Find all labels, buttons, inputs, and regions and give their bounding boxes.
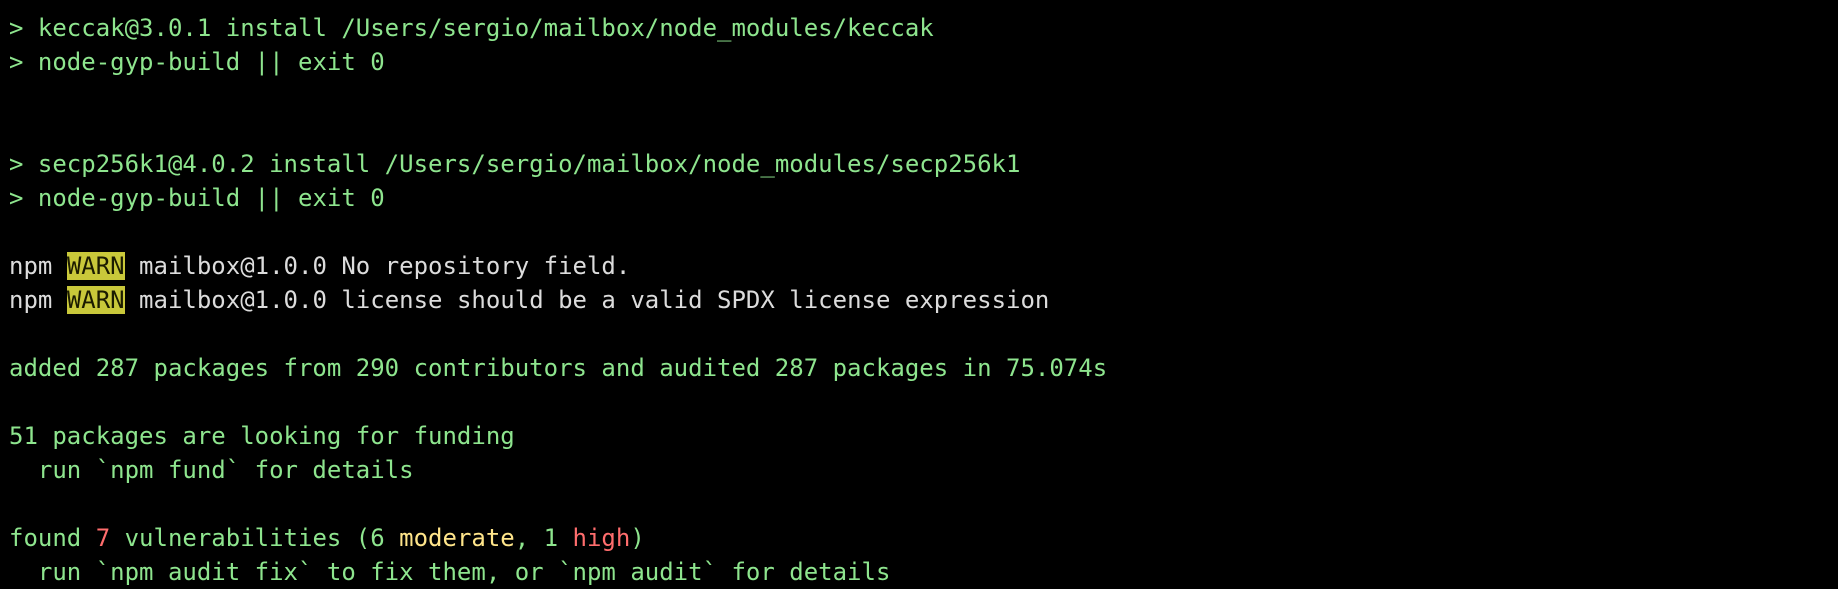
install-line-text: secp256k1@4.0.2 install /Users/sergio/ma…: [23, 150, 1021, 178]
prompt-symbol: >: [9, 150, 24, 178]
warn-message: mailbox@1.0.0 No repository field.: [124, 252, 631, 280]
warn-badge: WARN: [66, 286, 125, 314]
moderate-label: moderate: [399, 524, 515, 552]
terminal-output[interactable]: > keccak@3.0.1 install /Users/sergio/mai…: [0, 0, 1838, 586]
npm-warn-line: npm WARN mailbox@1.0.0 No repository fie…: [9, 249, 1838, 283]
npm-label: npm: [9, 252, 53, 280]
npm-warn-line: npm WARN mailbox@1.0.0 license should be…: [9, 283, 1838, 317]
audit-fix-hint: run `npm audit fix` to fix them, or `npm…: [9, 558, 891, 586]
terminal-line: > node-gyp-build || exit 0: [9, 181, 1838, 215]
command-line-text: node-gyp-build || exit 0: [23, 184, 385, 212]
prompt-symbol: >: [9, 184, 24, 212]
added-packages-summary: added 287 packages from 290 contributors…: [9, 354, 1108, 382]
install-line-text: keccak@3.0.1 install /Users/sergio/mailb…: [23, 14, 934, 42]
command-line-text: node-gyp-build || exit 0: [23, 48, 385, 76]
funding-hint: run `npm fund` for details: [9, 456, 414, 484]
npm-label: npm: [9, 286, 53, 314]
prompt-symbol: >: [9, 48, 24, 76]
warn-badge: WARN: [66, 252, 125, 280]
terminal-line: > node-gyp-build || exit 0: [9, 45, 1838, 79]
vulnerability-close: ): [630, 524, 645, 552]
high-label: high: [572, 524, 631, 552]
warn-message: mailbox@1.0.0 license should be a valid …: [124, 286, 1050, 314]
vulnerability-separator: , 1: [514, 524, 573, 552]
terminal-line: > secp256k1@4.0.2 install /Users/sergio/…: [9, 147, 1838, 181]
found-prefix: found: [9, 524, 96, 552]
vulnerability-count: 7: [95, 524, 111, 552]
vulnerabilities-summary: found 7 vulnerabilities (6 moderate, 1 h…: [9, 521, 1838, 555]
prompt-symbol: >: [9, 14, 24, 42]
vulnerability-mid-text: vulnerabilities (6: [110, 524, 400, 552]
terminal-line: > keccak@3.0.1 install /Users/sergio/mai…: [9, 11, 1838, 45]
funding-summary: 51 packages are looking for funding: [9, 422, 515, 450]
